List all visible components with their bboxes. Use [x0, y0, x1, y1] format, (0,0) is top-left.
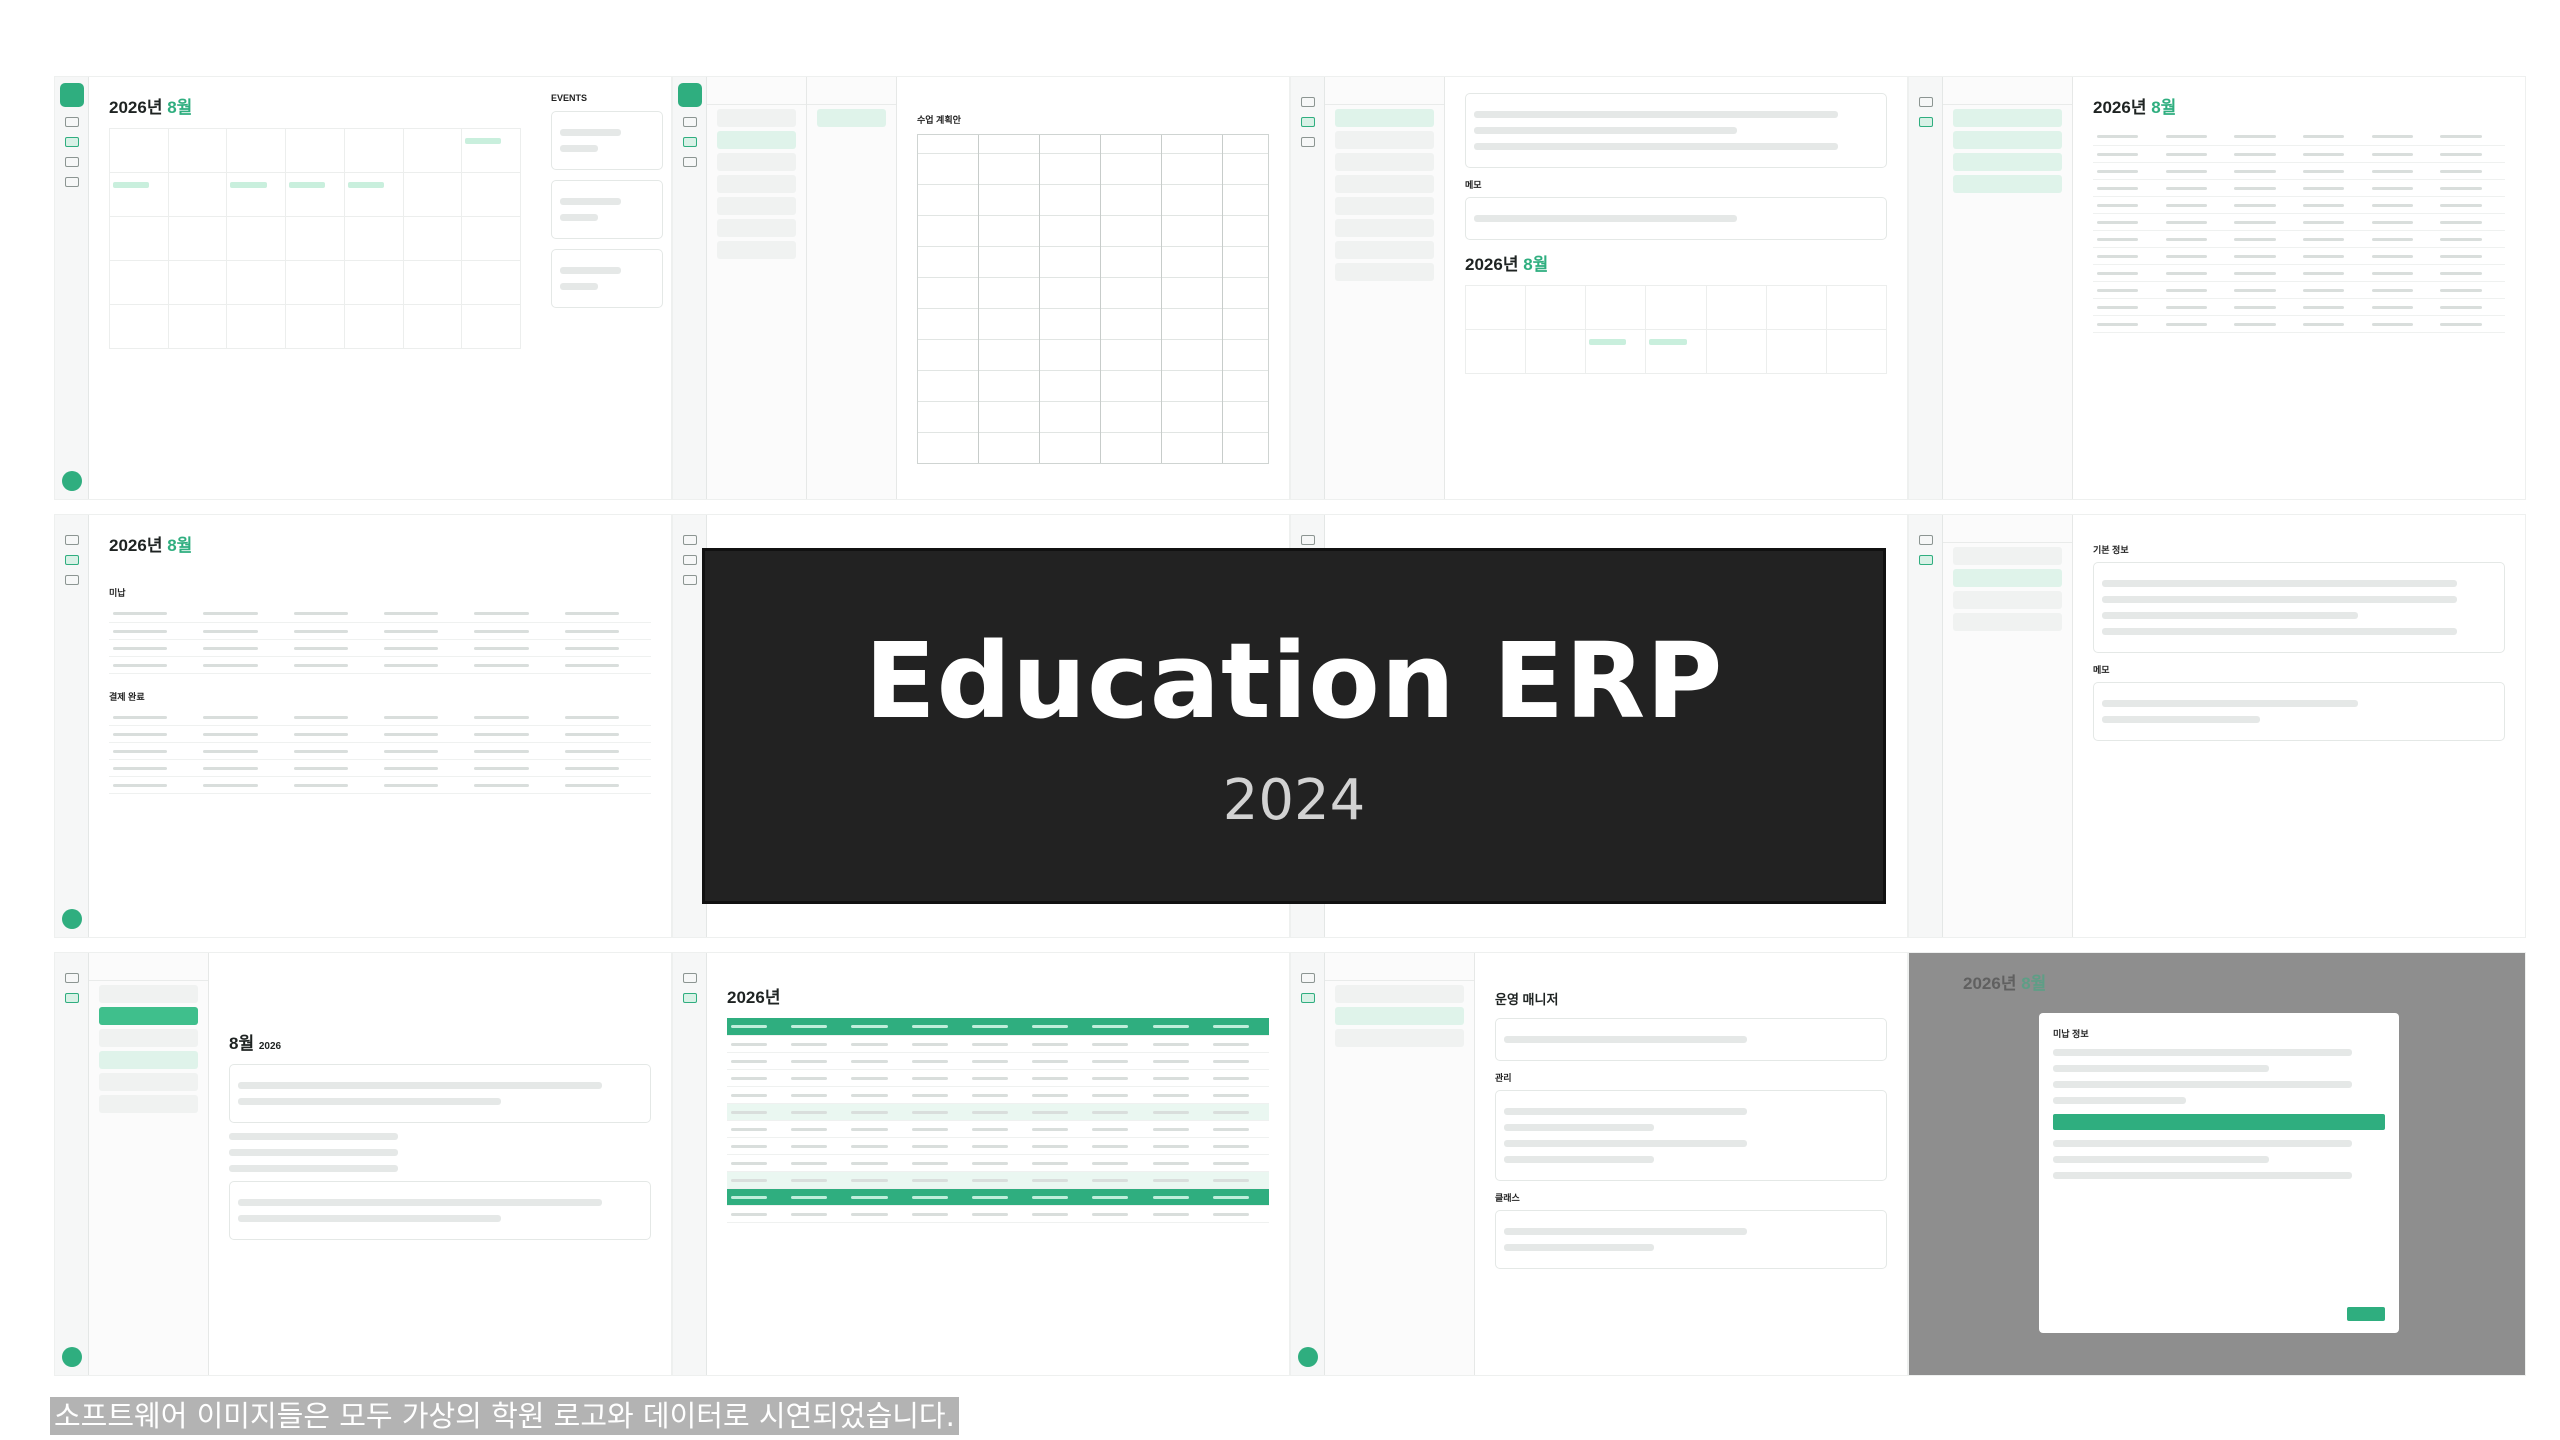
basic-info-title: 기본 정보 [2093, 545, 2129, 555]
book-icon[interactable] [1300, 137, 1315, 147]
settings-panel [1325, 953, 1475, 1375]
student-search-panel [89, 953, 209, 1375]
disclaimer-caption: 소프트웨어 이미지들은 모두 가상의 학원 로고와 데이터로 시연되었습니다. [50, 1397, 959, 1435]
student-detail-screen: 메모 2026년 8월 [1290, 76, 1908, 500]
avatar[interactable] [62, 909, 82, 929]
unpaid-label: 미납 [109, 588, 126, 598]
app-logo [678, 83, 702, 107]
paid-label: 결제 완료 [109, 691, 145, 702]
chart-icon[interactable] [682, 993, 697, 1003]
manage-label: 관리 [1495, 1073, 1512, 1083]
hero-banner: Education ERP 2024 [702, 548, 1886, 904]
org-manager-screen: 운영 매니저 관리 클래스 [1290, 952, 1908, 1376]
student-list-panel [1325, 77, 1445, 499]
staff-list-panel [1943, 515, 2073, 937]
month-grid[interactable] [109, 128, 521, 349]
list-item[interactable] [817, 109, 886, 127]
menu-icon[interactable] [682, 973, 697, 983]
avatar[interactable] [62, 471, 82, 491]
memo-label: 메모 [2093, 665, 2110, 675]
yearly-stats-screen: 2026년 [672, 952, 1290, 1376]
memo-label: 메모 [1465, 180, 1482, 190]
menu-icon[interactable] [64, 117, 79, 127]
users-icon[interactable] [64, 157, 79, 167]
billing-modal-screen: 2026년 8월 미납 정보 [1908, 952, 2526, 1376]
settings-icon[interactable] [1300, 993, 1315, 1003]
unpaid-info-modal[interactable]: 미납 정보 [2039, 1013, 2399, 1333]
calendar-title: 2026년 8월 [109, 98, 193, 117]
weekly-schedule-screen: 2026년 8월 [1908, 76, 2526, 500]
hero-title: Education ERP [864, 619, 1724, 742]
attendance-list-screen: 8월 2026 [54, 952, 672, 1376]
events-label: EVENTS [551, 93, 588, 103]
wallet-icon[interactable] [64, 555, 79, 565]
menu-icon[interactable] [64, 535, 79, 545]
calendar-icon[interactable] [64, 137, 79, 147]
attendance-content: 8월 2026 [209, 953, 671, 1375]
list-item[interactable] [1953, 569, 2062, 587]
avatar[interactable] [1298, 1347, 1318, 1367]
users-icon[interactable] [64, 575, 79, 585]
hero-year: 2024 [1222, 767, 1366, 833]
lesson-plan-content: 수업 계획안 [897, 77, 1289, 499]
user-icon[interactable] [1918, 555, 1933, 565]
lesson-plan-screen: 수업 계획안 [672, 76, 1290, 500]
search-button[interactable] [99, 1007, 198, 1025]
book-icon[interactable] [64, 177, 79, 187]
menu-icon[interactable] [1918, 535, 1933, 545]
calendar-content: 2026년 8월 [89, 77, 541, 499]
student-detail-content: 메모 2026년 8월 [1445, 77, 1907, 499]
basic-info-content: 기본 정보 메모 [2073, 515, 2525, 937]
list-item[interactable] [1335, 109, 1434, 127]
list-item[interactable] [1335, 1007, 1464, 1025]
stats-title: 2026년 [727, 988, 781, 1007]
yearly-stats-content: 2026년 [707, 953, 1289, 1375]
class-label: 클래스 [1495, 1193, 1520, 1203]
calendar-title: 2026년 8월 [1465, 255, 1549, 274]
week-panel [807, 77, 897, 499]
modal-title: 미납 정보 [2053, 1029, 2089, 1039]
lesson-plan-title: 수업 계획안 [917, 115, 961, 125]
menu-icon[interactable] [1300, 973, 1315, 983]
confirm-button[interactable] [2347, 1307, 2385, 1321]
stats-table [727, 1018, 1269, 1223]
class-list-panel [707, 77, 807, 499]
schedule-table[interactable] [2093, 128, 2505, 333]
menu-icon[interactable] [1300, 97, 1315, 107]
nav-rail [55, 77, 89, 499]
avatar[interactable] [62, 1347, 82, 1367]
calendar-month-screen: 2026년 8월 EVENTS [54, 76, 672, 500]
menu-icon[interactable] [682, 117, 697, 127]
doc-icon[interactable] [682, 137, 697, 147]
billing-content: 2026년 8월 미납 결제 완료 [89, 515, 671, 937]
weekly-schedule-content: 2026년 8월 [2073, 77, 2525, 499]
calendar-icon[interactable] [1918, 117, 1933, 127]
month-title: 8월 2026 [229, 1034, 282, 1053]
class-filter-panel [1943, 77, 2073, 499]
payment-bar [2053, 1114, 2385, 1130]
org-manager-content: 운영 매니저 관리 클래스 [1475, 953, 1907, 1375]
menu-icon[interactable] [64, 973, 79, 983]
events-panel: EVENTS [551, 93, 663, 318]
billing-screen: 2026년 8월 미납 결제 완료 [54, 514, 672, 938]
schedule-title: 2026년 8월 [2093, 98, 2177, 117]
menu-icon[interactable] [1918, 97, 1933, 107]
lesson-sheet[interactable] [917, 134, 1269, 464]
list-item[interactable] [717, 131, 796, 149]
check-icon[interactable] [64, 993, 79, 1003]
billing-title: 2026년 8월 [109, 536, 193, 555]
user-icon[interactable] [1300, 117, 1315, 127]
basic-info-screen: 기본 정보 메모 [1908, 514, 2526, 938]
app-logo [60, 83, 84, 107]
org-title: 운영 매니저 [1495, 992, 1559, 1007]
users-icon[interactable] [682, 157, 697, 167]
